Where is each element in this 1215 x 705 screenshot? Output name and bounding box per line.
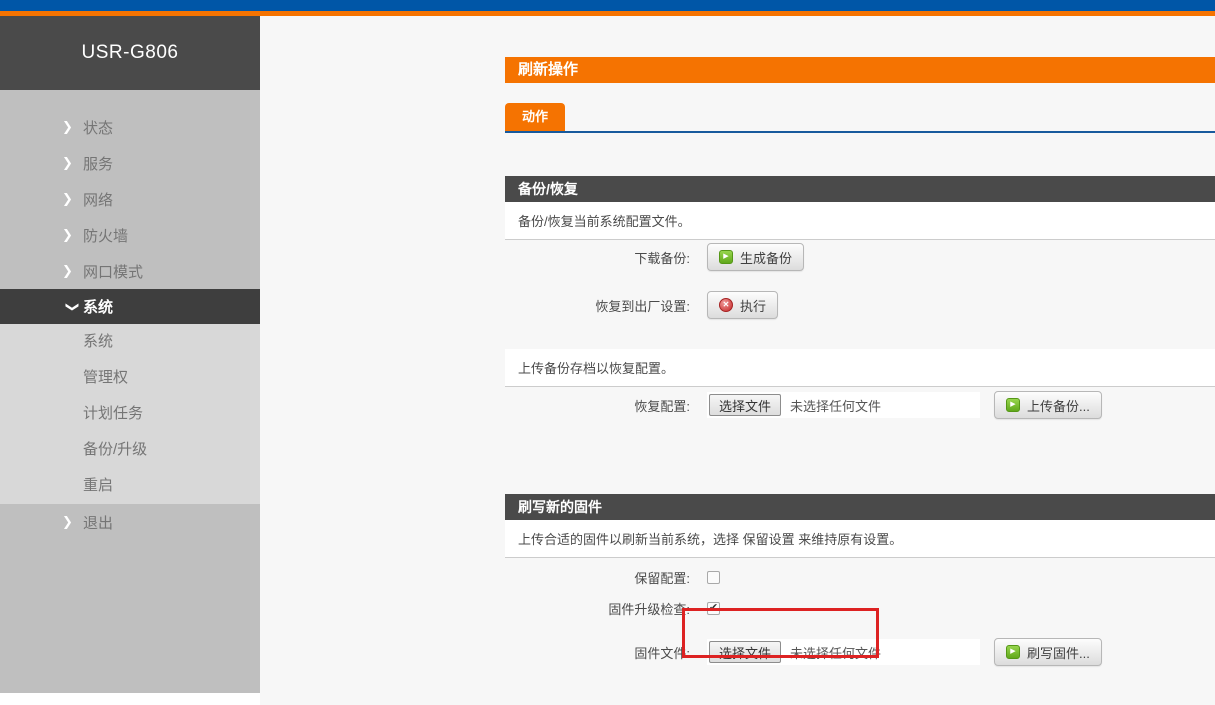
- sidebar: USR-G806 ❯ 状态 ❯ 服务 ❯ 网络 ❯ 防火墙 ❯ 网口模式 ❯ 系…: [0, 16, 260, 693]
- flash-firmware-button-label: 刷写固件...: [1027, 643, 1090, 662]
- section-title: 刷写新的固件: [505, 494, 1215, 520]
- submenu-item-administration[interactable]: 管理权: [0, 360, 260, 396]
- upload-backup-button-label: 上传备份...: [1027, 396, 1090, 415]
- firmware-file-label: 固件文件:: [505, 643, 690, 662]
- upgrade-check-checkbox[interactable]: ✔: [707, 602, 720, 615]
- choose-file-button[interactable]: 选择文件: [709, 641, 781, 663]
- firmware-file-input[interactable]: 选择文件 未选择任何文件: [707, 639, 980, 665]
- apply-play-icon: ▶: [1006, 645, 1020, 659]
- restore-description: 上传备份存档以恢复配置。: [505, 349, 1215, 387]
- section-description: 备份/恢复当前系统配置文件。: [505, 202, 1215, 240]
- restore-file-input[interactable]: 选择文件 未选择任何文件: [707, 392, 980, 418]
- sidebar-item-logout[interactable]: ❯ 退出: [0, 504, 260, 540]
- sidebar-item-services[interactable]: ❯ 服务: [0, 145, 260, 181]
- section-description: 上传合适的固件以刷新当前系统，选择 保留设置 来维持原有设置。: [505, 520, 1215, 558]
- choose-file-button[interactable]: 选择文件: [709, 394, 781, 416]
- main-area: 刷新操作 动作 备份/恢复 备份/恢复当前系统配置文件。 下载备份: ▶ 生成备…: [260, 16, 1215, 705]
- upgrade-check-row: 固件升级检查: ✔: [505, 599, 1215, 618]
- chevron-down-icon: ❯: [65, 296, 81, 317]
- download-backup-label: 下载备份:: [505, 248, 690, 267]
- reset-cross-icon: ✕: [719, 298, 733, 312]
- download-backup-row: 下载备份: ▶ 生成备份: [505, 240, 1215, 271]
- submenu-item-reboot[interactable]: 重启: [0, 468, 260, 504]
- chevron-right-icon: ❯: [62, 155, 83, 171]
- factory-reset-label: 恢复到出厂设置:: [505, 296, 690, 315]
- apply-play-icon: ▶: [719, 250, 733, 264]
- system-submenu: 系统 管理权 计划任务 备份/升级 重启: [0, 324, 260, 504]
- keep-config-label: 保留配置:: [505, 568, 690, 587]
- factory-reset-row: 恢复到出厂设置: ✕ 执行: [505, 291, 1215, 319]
- sidebar-item-label: 网口模式: [83, 261, 143, 282]
- sidebar-item-firewall[interactable]: ❯ 防火墙: [0, 217, 260, 253]
- sidebar-item-system[interactable]: ❯ 系统: [0, 289, 260, 324]
- flash-firmware-button[interactable]: ▶ 刷写固件...: [994, 638, 1102, 666]
- perform-reset-button-label: 执行: [740, 296, 766, 315]
- sidebar-item-port-mode[interactable]: ❯ 网口模式: [0, 253, 260, 289]
- tab-actions[interactable]: 动作: [505, 103, 565, 131]
- firmware-file-row: 固件文件: 选择文件 未选择任何文件 ▶ 刷写固件...: [505, 638, 1215, 666]
- device-name: USR-G806: [0, 16, 260, 90]
- chevron-right-icon: ❯: [62, 119, 83, 135]
- upgrade-check-label: 固件升级检查:: [505, 599, 690, 618]
- sidebar-item-status[interactable]: ❯ 状态: [0, 109, 260, 145]
- sidebar-item-label: 退出: [83, 512, 113, 533]
- section-title: 备份/恢复: [505, 176, 1215, 202]
- sidebar-item-label: 服务: [83, 153, 113, 174]
- generate-backup-button[interactable]: ▶ 生成备份: [707, 243, 804, 271]
- sidebar-item-network[interactable]: ❯ 网络: [0, 181, 260, 217]
- sidebar-item-label: 状态: [83, 117, 113, 138]
- apply-play-icon: ▶: [1006, 398, 1020, 412]
- chevron-right-icon: ❯: [62, 263, 83, 279]
- file-status-text: 未选择任何文件: [790, 643, 881, 662]
- submenu-item-backup-upgrade[interactable]: 备份/升级: [0, 432, 260, 468]
- generate-backup-button-label: 生成备份: [740, 248, 792, 267]
- submenu-item-scheduled-tasks[interactable]: 计划任务: [0, 396, 260, 432]
- page-title: 刷新操作: [505, 57, 1215, 83]
- submenu-item-system[interactable]: 系统: [0, 324, 260, 360]
- perform-reset-button[interactable]: ✕ 执行: [707, 291, 778, 319]
- sidebar-menu: ❯ 状态 ❯ 服务 ❯ 网络 ❯ 防火墙 ❯ 网口模式 ❯ 系统 系统 管理权 …: [0, 90, 260, 540]
- sidebar-item-label: 系统: [83, 296, 113, 317]
- chevron-right-icon: ❯: [62, 514, 83, 530]
- restore-config-label: 恢复配置:: [505, 396, 690, 415]
- keep-config-row: 保留配置:: [505, 558, 1215, 587]
- upload-backup-button[interactable]: ▶ 上传备份...: [994, 391, 1102, 419]
- file-status-text: 未选择任何文件: [790, 396, 881, 415]
- chevron-right-icon: ❯: [62, 227, 83, 243]
- tab-bar: 动作: [505, 103, 1215, 133]
- flash-firmware-section: 刷写新的固件 上传合适的固件以刷新当前系统，选择 保留设置 来维持原有设置。 保…: [505, 494, 1215, 666]
- restore-config-row: 恢复配置: 选择文件 未选择任何文件 ▶ 上传备份...: [505, 387, 1215, 419]
- sidebar-item-label: 网络: [83, 189, 113, 210]
- backup-restore-section: 备份/恢复 备份/恢复当前系统配置文件。 下载备份: ▶ 生成备份 恢复到出厂设…: [505, 176, 1215, 419]
- keep-config-checkbox[interactable]: [707, 571, 720, 584]
- chevron-right-icon: ❯: [62, 191, 83, 207]
- check-icon: ✔: [709, 603, 718, 614]
- top-blue-bar: [0, 0, 1215, 11]
- sidebar-item-label: 防火墙: [83, 225, 128, 246]
